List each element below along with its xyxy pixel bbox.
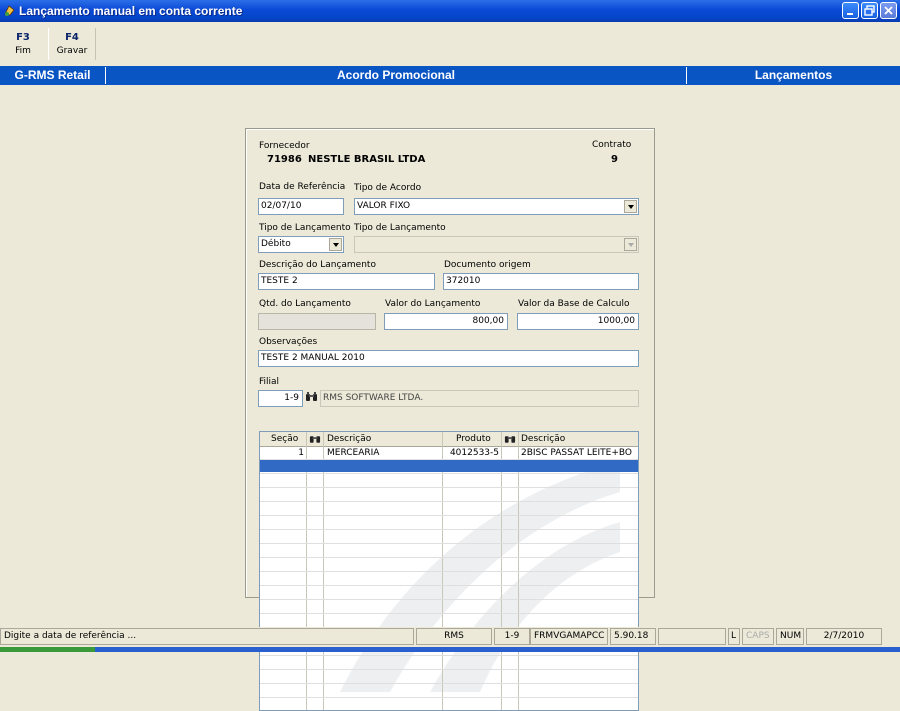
toolbar: F3 Fim F4 Gravar xyxy=(0,22,900,64)
descricao-label: Descrição do Lançamento xyxy=(259,260,376,270)
header-produto[interactable]: Produto xyxy=(456,432,491,446)
status-program: FRMVGAMAPCC xyxy=(530,628,608,645)
section-name: Lançamentos xyxy=(754,68,833,82)
chevron-down-icon xyxy=(624,238,637,251)
module-header: G-RMS Retail Acordo Promocional Lançamen… xyxy=(0,66,900,85)
base-input[interactable]: 1000,00 xyxy=(517,313,639,330)
qtd-input[interactable] xyxy=(258,313,376,330)
grid-row-line xyxy=(260,683,638,684)
header-prod-descricao[interactable]: Descrição xyxy=(521,432,565,446)
filial-code-input[interactable]: 1-9 xyxy=(258,390,303,407)
tipo-lanc-value: Débito xyxy=(261,239,291,249)
start-button[interactable] xyxy=(0,647,95,652)
obs-label: Observações xyxy=(259,337,318,347)
grid-row-line xyxy=(260,473,638,474)
grid-row-line xyxy=(260,655,638,656)
tipo-lanc-label: Tipo de Lançamento xyxy=(259,223,351,233)
fornecedor-label: Fornecedor xyxy=(259,141,310,151)
watermark-logo xyxy=(340,462,620,692)
grid-row-line xyxy=(260,599,638,600)
tipo-lanc2-select[interactable] xyxy=(354,236,639,253)
gravar-button[interactable]: F4 Gravar xyxy=(48,28,96,60)
status-filial: 1-9 xyxy=(494,628,530,645)
grid-row-line xyxy=(260,501,638,502)
valor-input[interactable]: 800,00 xyxy=(384,313,508,330)
cell-prod-descricao[interactable]: 2BISC PASSAT LEITE+BO xyxy=(521,447,638,459)
tipo-acordo-label: Tipo de Acordo xyxy=(354,183,422,193)
status-user: RMS xyxy=(416,628,492,645)
filial-name-field: RMS SOFTWARE LTDA. xyxy=(320,390,639,407)
data-ref-input[interactable]: 02/07/10 xyxy=(258,198,344,215)
cell-produto[interactable]: 4012533-5 xyxy=(444,447,499,459)
grid-row-line xyxy=(260,669,638,670)
binoculars-icon[interactable] xyxy=(504,432,516,446)
status-num: NUM xyxy=(776,628,804,645)
gravar-label: Gravar xyxy=(56,46,88,56)
binoculars-icon[interactable] xyxy=(309,432,321,446)
grid-row-line xyxy=(260,487,638,488)
grid-row-line xyxy=(260,529,638,530)
tipo-acordo-select[interactable]: VALOR FIXO xyxy=(354,198,639,215)
items-grid[interactable]: Seção Descrição Produto Descrição 1 MERC… xyxy=(259,431,639,711)
fim-button[interactable]: F3 Fim xyxy=(0,28,46,60)
descricao-input[interactable]: TESTE 2 xyxy=(258,273,435,290)
selected-row[interactable] xyxy=(260,460,638,472)
documento-input[interactable]: 372010 xyxy=(443,273,639,290)
data-ref-label: Data de Referência xyxy=(259,182,346,192)
documento-label: Documento origem xyxy=(444,260,531,270)
form-panel: Fornecedor 71986 NESTLE BRASIL LTDA Cont… xyxy=(245,128,655,711)
header-secao[interactable]: Seção xyxy=(271,432,298,446)
close-button[interactable] xyxy=(880,2,897,19)
grid-row-line xyxy=(260,697,638,698)
status-date: 2/7/2010 xyxy=(806,628,882,645)
minimize-button[interactable] xyxy=(842,2,859,19)
status-message: Digite a data de referência ... xyxy=(0,628,414,645)
grid-row-line xyxy=(260,585,638,586)
taskbar-strip xyxy=(0,647,900,652)
header-descricao[interactable]: Descrição xyxy=(327,432,371,446)
restore-icon xyxy=(864,5,875,16)
fornecedor-code: 71986 xyxy=(267,154,302,165)
status-version: 5.90.18 xyxy=(610,628,656,645)
title-bar: Lançamento manual em conta corrente xyxy=(0,0,900,22)
tipo-lanc-select[interactable]: Débito xyxy=(258,236,344,253)
status-bar: Digite a data de referência ... RMS 1-9 … xyxy=(0,627,900,647)
base-label: Valor da Base de Calculo xyxy=(518,299,630,309)
grid-row-line xyxy=(260,459,638,460)
contrato-label: Contrato xyxy=(592,140,632,150)
qtd-label: Qtd. do Lançamento xyxy=(259,299,351,309)
fim-key: F3 xyxy=(16,32,30,43)
fornecedor-name: NESTLE BRASIL LTDA xyxy=(308,154,426,165)
restore-button[interactable] xyxy=(861,2,878,19)
module-name: Acordo Promocional xyxy=(336,68,455,82)
filial-label: Filial xyxy=(259,377,280,387)
app-name: G-RMS Retail xyxy=(14,68,91,82)
status-l: L xyxy=(728,628,740,645)
app-icon xyxy=(4,5,15,16)
tipo-lanc2-label: Tipo de Lançamento xyxy=(354,223,446,233)
grid-row-line xyxy=(260,543,638,544)
minimize-icon xyxy=(847,13,853,15)
valor-label: Valor do Lançamento xyxy=(385,299,481,309)
tipo-acordo-value: VALOR FIXO xyxy=(357,201,411,211)
grid-row-line xyxy=(260,613,638,614)
binoculars-icon[interactable] xyxy=(304,392,318,404)
grid-row-line xyxy=(260,557,638,558)
cell-descricao[interactable]: MERCEARIA xyxy=(327,447,379,459)
chevron-down-icon[interactable] xyxy=(624,200,637,213)
contrato-value: 9 xyxy=(611,154,618,165)
cell-secao[interactable]: 1 xyxy=(260,447,304,459)
close-icon xyxy=(884,6,893,15)
chevron-down-icon[interactable] xyxy=(329,238,342,251)
status-empty xyxy=(658,628,726,645)
status-caps: CAPS xyxy=(742,628,774,645)
window-title: Lançamento manual em conta corrente xyxy=(19,4,243,18)
grid-row-line xyxy=(260,571,638,572)
gravar-key: F4 xyxy=(65,32,79,43)
grid-row-line xyxy=(260,515,638,516)
obs-input[interactable]: TESTE 2 MANUAL 2010 xyxy=(258,350,639,367)
fim-label: Fim xyxy=(15,46,31,56)
